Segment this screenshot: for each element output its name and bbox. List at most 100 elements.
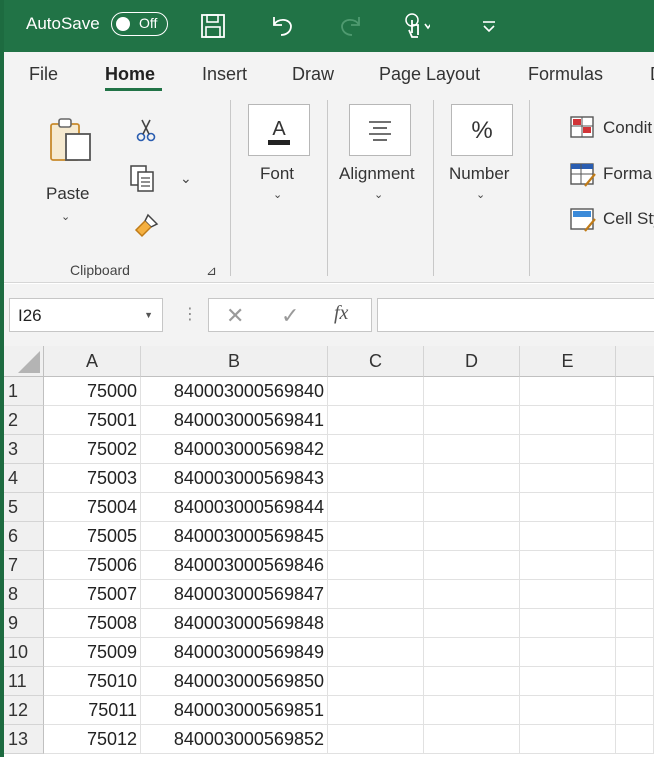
cell[interactable] <box>616 406 654 435</box>
row-header[interactable]: 8 <box>4 580 44 609</box>
cell[interactable] <box>424 609 520 638</box>
cell[interactable] <box>520 609 616 638</box>
paste-dropdown-icon[interactable]: ⌄ <box>61 210 70 223</box>
cell[interactable] <box>520 667 616 696</box>
cell[interactable]: 75003 <box>44 464 141 493</box>
insert-function-icon[interactable]: fx <box>334 302 348 325</box>
row-header[interactable]: 2 <box>4 406 44 435</box>
cell[interactable] <box>520 580 616 609</box>
undo-icon[interactable] <box>266 10 298 42</box>
cell[interactable] <box>328 493 424 522</box>
format-as-table-icon[interactable] <box>569 162 597 188</box>
cell[interactable]: 840003000569850 <box>141 667 328 696</box>
cell[interactable] <box>424 464 520 493</box>
cell[interactable] <box>520 435 616 464</box>
cell[interactable] <box>520 696 616 725</box>
cell[interactable] <box>616 638 654 667</box>
row-header[interactable]: 11 <box>4 667 44 696</box>
customize-qat-icon[interactable] <box>473 10 505 42</box>
column-header-e[interactable]: E <box>520 346 616 377</box>
cell[interactable]: 75012 <box>44 725 141 754</box>
cell[interactable] <box>520 725 616 754</box>
font-label[interactable]: Font <box>260 164 294 184</box>
row-header[interactable]: 1 <box>4 377 44 406</box>
cell[interactable] <box>424 725 520 754</box>
cell[interactable]: 840003000569851 <box>141 696 328 725</box>
cell[interactable]: 75002 <box>44 435 141 464</box>
cell[interactable]: 840003000569842 <box>141 435 328 464</box>
column-header-b[interactable]: B <box>141 346 328 377</box>
cell[interactable] <box>616 435 654 464</box>
cell[interactable] <box>424 638 520 667</box>
cell[interactable] <box>424 580 520 609</box>
row-header[interactable]: 6 <box>4 522 44 551</box>
tab-page-layout[interactable]: Page Layout <box>379 64 480 85</box>
cell[interactable] <box>424 435 520 464</box>
cell[interactable] <box>424 493 520 522</box>
cell[interactable] <box>424 696 520 725</box>
paste-label[interactable]: Paste <box>46 184 89 204</box>
cell[interactable] <box>520 522 616 551</box>
cell[interactable]: 840003000569849 <box>141 638 328 667</box>
cell[interactable]: 840003000569841 <box>141 406 328 435</box>
autosave-toggle[interactable]: Off <box>111 12 168 36</box>
cell[interactable] <box>616 522 654 551</box>
cell[interactable]: 840003000569846 <box>141 551 328 580</box>
tab-draw[interactable]: Draw <box>292 64 334 85</box>
cell[interactable]: 840003000569843 <box>141 464 328 493</box>
row-header[interactable]: 9 <box>4 609 44 638</box>
cell-styles-label[interactable]: Cell Sty <box>603 209 654 229</box>
name-box[interactable]: I26 ▼ <box>9 298 163 332</box>
alignment-label[interactable]: Alignment <box>339 164 415 184</box>
cell[interactable] <box>616 377 654 406</box>
cell[interactable]: 75010 <box>44 667 141 696</box>
cell[interactable]: 75004 <box>44 493 141 522</box>
cell[interactable]: 840003000569844 <box>141 493 328 522</box>
copy-icon[interactable] <box>128 164 156 194</box>
cell[interactable]: 75011 <box>44 696 141 725</box>
cell[interactable] <box>616 464 654 493</box>
row-header[interactable]: 4 <box>4 464 44 493</box>
tab-formulas[interactable]: Formulas <box>528 64 603 85</box>
row-header[interactable]: 5 <box>4 493 44 522</box>
cell[interactable] <box>616 725 654 754</box>
tab-file[interactable]: File <box>29 64 58 85</box>
cell[interactable]: 75007 <box>44 580 141 609</box>
cut-icon[interactable] <box>133 117 159 143</box>
number-label[interactable]: Number <box>449 164 509 184</box>
cell[interactable]: 840003000569852 <box>141 725 328 754</box>
drag-handle-icon[interactable]: ⋮ <box>182 304 198 324</box>
cell[interactable] <box>328 667 424 696</box>
cell[interactable] <box>328 725 424 754</box>
column-header-a[interactable]: A <box>44 346 141 377</box>
column-header-c[interactable]: C <box>328 346 424 377</box>
conditional-formatting-icon[interactable] <box>569 115 595 139</box>
cell[interactable] <box>328 522 424 551</box>
row-header[interactable]: 12 <box>4 696 44 725</box>
column-header-f[interactable] <box>616 346 654 377</box>
row-header[interactable]: 10 <box>4 638 44 667</box>
cell[interactable] <box>616 580 654 609</box>
format-painter-icon[interactable] <box>132 212 160 240</box>
format-as-table-label[interactable]: Forma <box>603 164 652 184</box>
cell[interactable] <box>424 551 520 580</box>
cell[interactable]: 75005 <box>44 522 141 551</box>
cell-styles-icon[interactable] <box>569 207 597 233</box>
name-box-dropdown-icon[interactable]: ▼ <box>144 310 153 320</box>
cell[interactable]: 75009 <box>44 638 141 667</box>
paste-icon[interactable] <box>46 116 94 164</box>
cell[interactable] <box>520 638 616 667</box>
font-dropdown-icon[interactable]: ⌄ <box>273 188 282 201</box>
cell[interactable] <box>328 638 424 667</box>
font-button[interactable]: A <box>248 104 310 156</box>
cell[interactable]: 840003000569848 <box>141 609 328 638</box>
row-header[interactable]: 13 <box>4 725 44 754</box>
clipboard-launcher-icon[interactable]: ⊿ <box>206 263 217 279</box>
cell[interactable] <box>328 464 424 493</box>
formula-input[interactable] <box>377 298 654 332</box>
cell[interactable] <box>616 551 654 580</box>
cell[interactable] <box>616 667 654 696</box>
cell[interactable]: 840003000569840 <box>141 377 328 406</box>
cell[interactable] <box>328 609 424 638</box>
cell[interactable]: 75006 <box>44 551 141 580</box>
